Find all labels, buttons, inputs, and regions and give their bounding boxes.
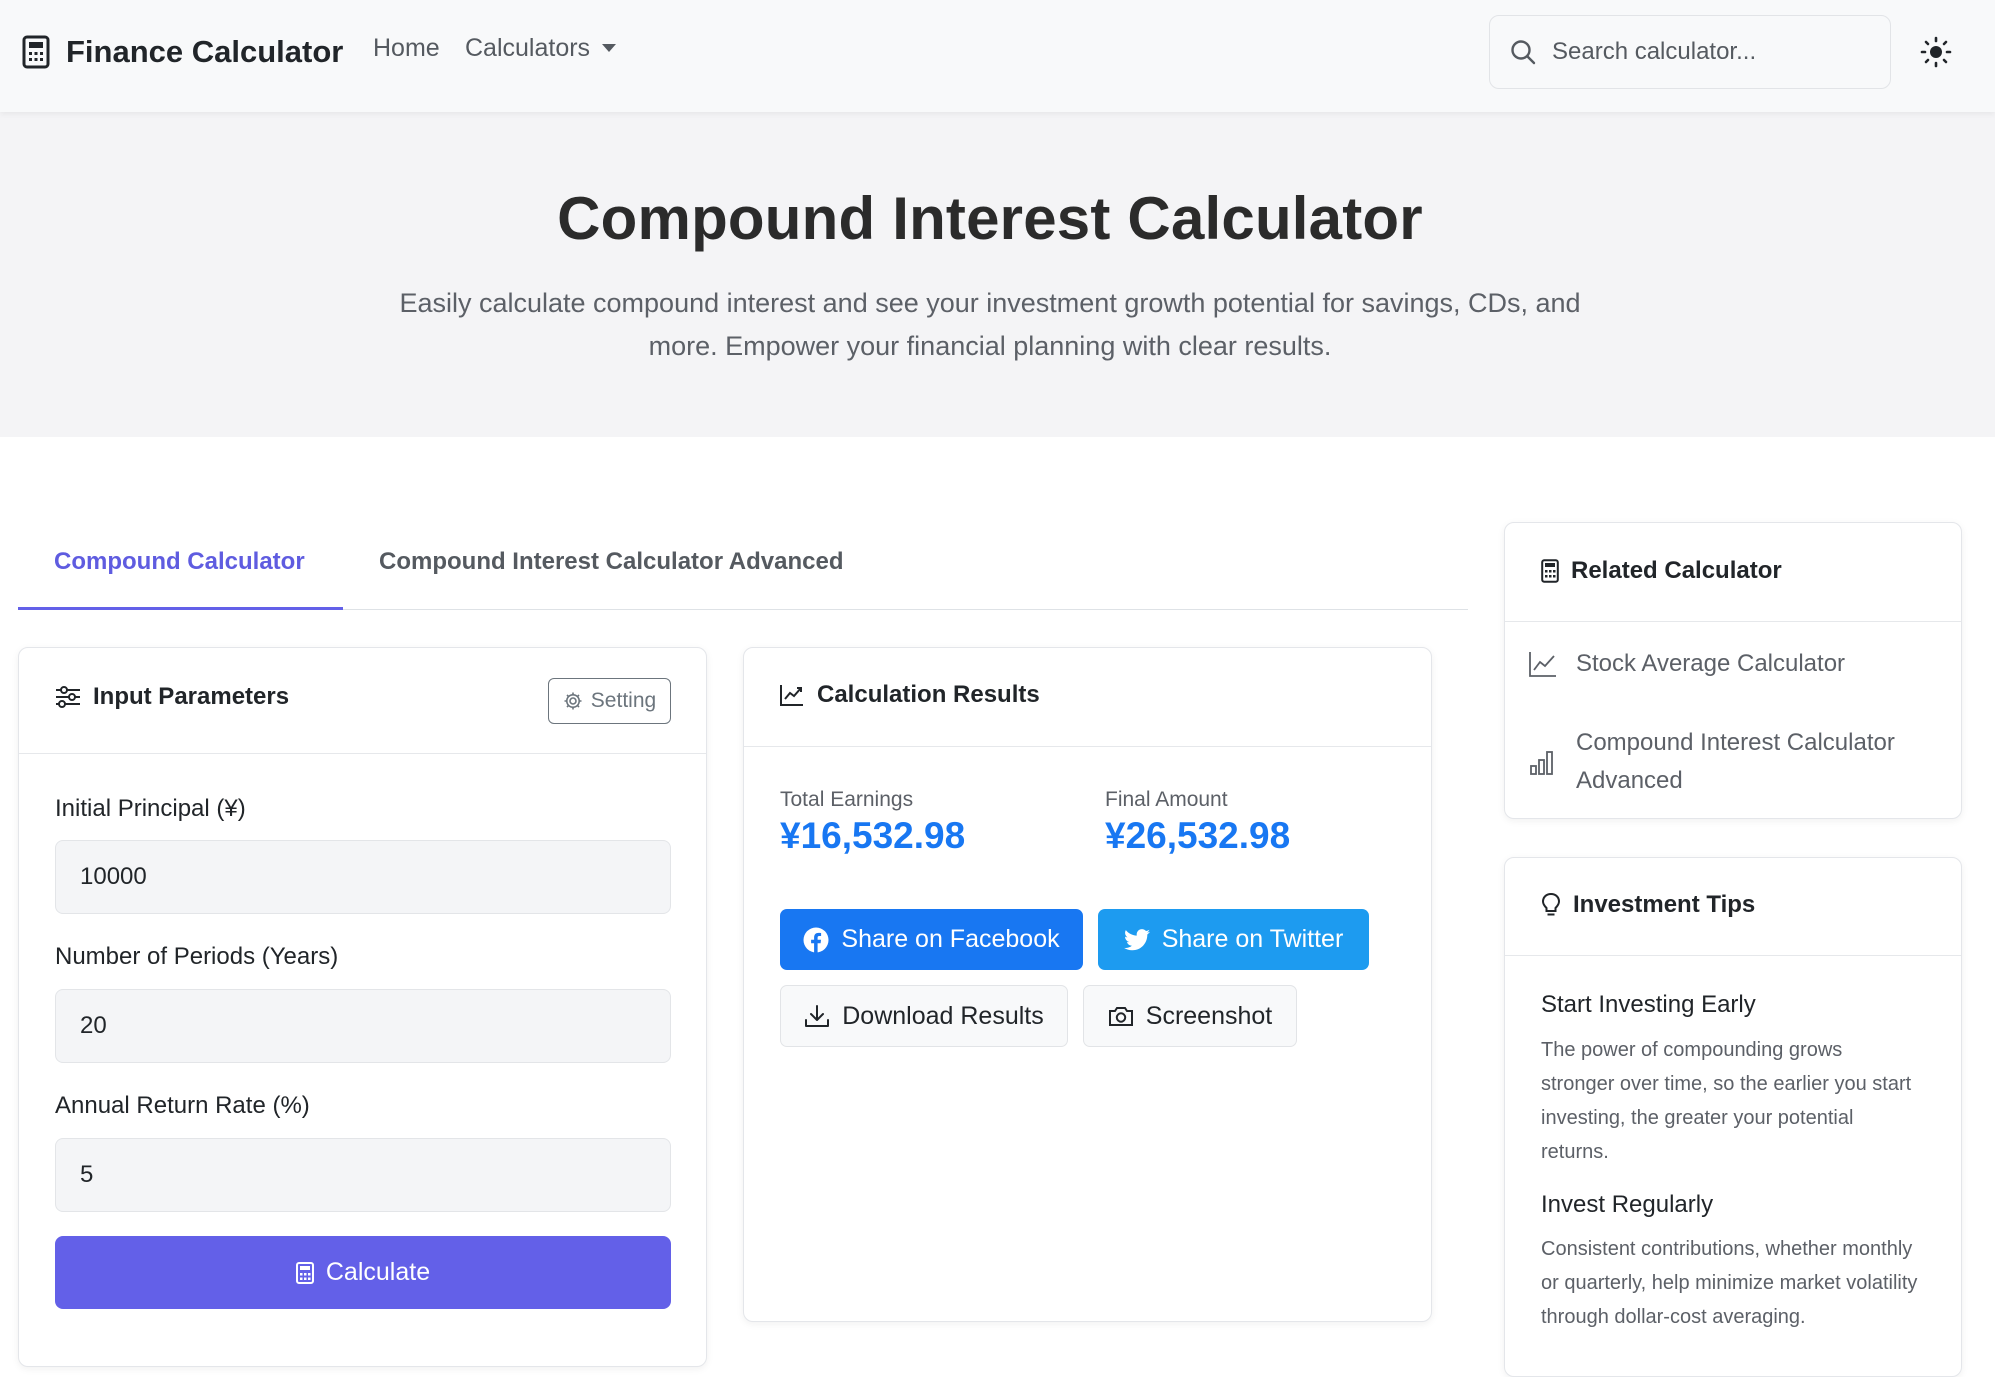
navbar: Finance Calculator Home Calculators xyxy=(0,0,1995,112)
tip-text: Consistent contributions, whether monthl… xyxy=(1541,1238,1918,1328)
tab-compound-calculator[interactable]: Compound Calculator xyxy=(54,548,305,576)
final-amount-value: ¥26,532.98 xyxy=(1105,815,1291,856)
gear-icon xyxy=(563,691,583,711)
tips-card-divider xyxy=(1505,955,1961,956)
results-card-divider xyxy=(744,746,1431,747)
bar-chart-icon xyxy=(1528,748,1558,776)
share-twitter-button[interactable]: Share on Twitter xyxy=(1098,909,1369,970)
calculator-icon xyxy=(1541,559,1559,583)
calculate-label: Calculate xyxy=(325,1258,431,1286)
related-item-label: Compound Interest Calculator Advanced xyxy=(1576,729,1895,794)
brand-name: Finance Calculator xyxy=(66,34,344,69)
related-card-divider xyxy=(1505,621,1961,622)
calculator-icon xyxy=(22,35,50,69)
line-chart-icon xyxy=(1528,650,1558,678)
calculate-button[interactable]: Calculate xyxy=(55,1236,671,1309)
related-calculator-header: Related Calculator xyxy=(1541,557,1782,585)
search-icon xyxy=(1510,39,1536,65)
line-chart-icon xyxy=(779,683,805,707)
page-title: Compound Interest Calculator xyxy=(557,185,1423,252)
related-item-compound-advanced[interactable]: Compound Interest Calculator Advanced xyxy=(1528,724,1948,800)
lightbulb-icon xyxy=(1541,892,1561,918)
input-parameters-title: Input Parameters xyxy=(93,683,290,710)
periods-input[interactable] xyxy=(55,989,671,1063)
input-parameters-header: Input Parameters xyxy=(55,683,289,711)
tip-title: Invest Regularly xyxy=(1541,1191,1714,1218)
search-input[interactable] xyxy=(1550,37,1874,67)
theme-toggle-sun-icon[interactable] xyxy=(1918,34,1954,70)
sliders-icon xyxy=(55,685,81,709)
hero-section: Compound Interest Calculator Easily calc… xyxy=(0,112,1995,437)
page-subtitle: Easily calculate compound interest and s… xyxy=(399,288,1581,361)
input-card-divider xyxy=(19,753,706,754)
final-amount-label: Final Amount xyxy=(1105,788,1228,811)
share-facebook-button[interactable]: Share on Facebook xyxy=(780,909,1083,970)
initial-principal-input[interactable] xyxy=(55,840,671,914)
related-item-label: Stock Average Calculator xyxy=(1576,650,1846,677)
nav-calculators-dropdown[interactable]: Calculators xyxy=(465,34,617,63)
download-results-label: Download Results xyxy=(842,1001,1044,1030)
total-earnings-label: Total Earnings xyxy=(780,788,914,811)
related-item-stock-average[interactable]: Stock Average Calculator xyxy=(1528,645,1845,683)
setting-label: Setting xyxy=(590,689,657,712)
tip-text: The power of compounding grows stronger … xyxy=(1541,1039,1912,1163)
brand[interactable]: Finance Calculator xyxy=(22,30,343,74)
nav-home[interactable]: Home xyxy=(373,34,440,63)
calculation-results-title: Calculation Results xyxy=(817,681,1040,708)
investment-tips-title: Investment Tips xyxy=(1573,891,1756,918)
annual-rate-input[interactable] xyxy=(55,1138,671,1212)
twitter-icon xyxy=(1123,928,1150,951)
calculation-results-header: Calculation Results xyxy=(779,681,1040,709)
screenshot-label: Screenshot xyxy=(1145,1001,1273,1030)
annual-rate-label: Annual Return Rate (%) xyxy=(55,1092,310,1119)
total-earnings-value: ¥16,532.98 xyxy=(780,815,966,856)
tab-compound-advanced[interactable]: Compound Interest Calculator Advanced xyxy=(379,548,844,576)
download-icon xyxy=(804,1004,830,1028)
camera-icon xyxy=(1108,1005,1134,1027)
initial-principal-label: Initial Principal (¥) xyxy=(55,795,246,822)
download-results-button[interactable]: Download Results xyxy=(780,985,1068,1047)
setting-button[interactable]: Setting xyxy=(548,678,671,724)
investment-tips-header: Investment Tips xyxy=(1541,891,1755,919)
active-tab-indicator xyxy=(18,607,343,610)
tip-title: Start Investing Early xyxy=(1541,991,1756,1018)
periods-label: Number of Periods (Years) xyxy=(55,943,339,970)
share-twitter-label: Share on Twitter xyxy=(1161,925,1344,953)
nav-calculators-label: Calculators xyxy=(465,34,591,62)
search-box[interactable] xyxy=(1489,15,1891,89)
related-calculator-title: Related Calculator xyxy=(1571,557,1782,584)
screenshot-button[interactable]: Screenshot xyxy=(1083,985,1297,1047)
facebook-icon xyxy=(803,927,829,953)
caret-down-icon xyxy=(602,44,617,53)
calculator-icon xyxy=(295,1261,314,1284)
share-facebook-label: Share on Facebook xyxy=(841,925,1060,953)
